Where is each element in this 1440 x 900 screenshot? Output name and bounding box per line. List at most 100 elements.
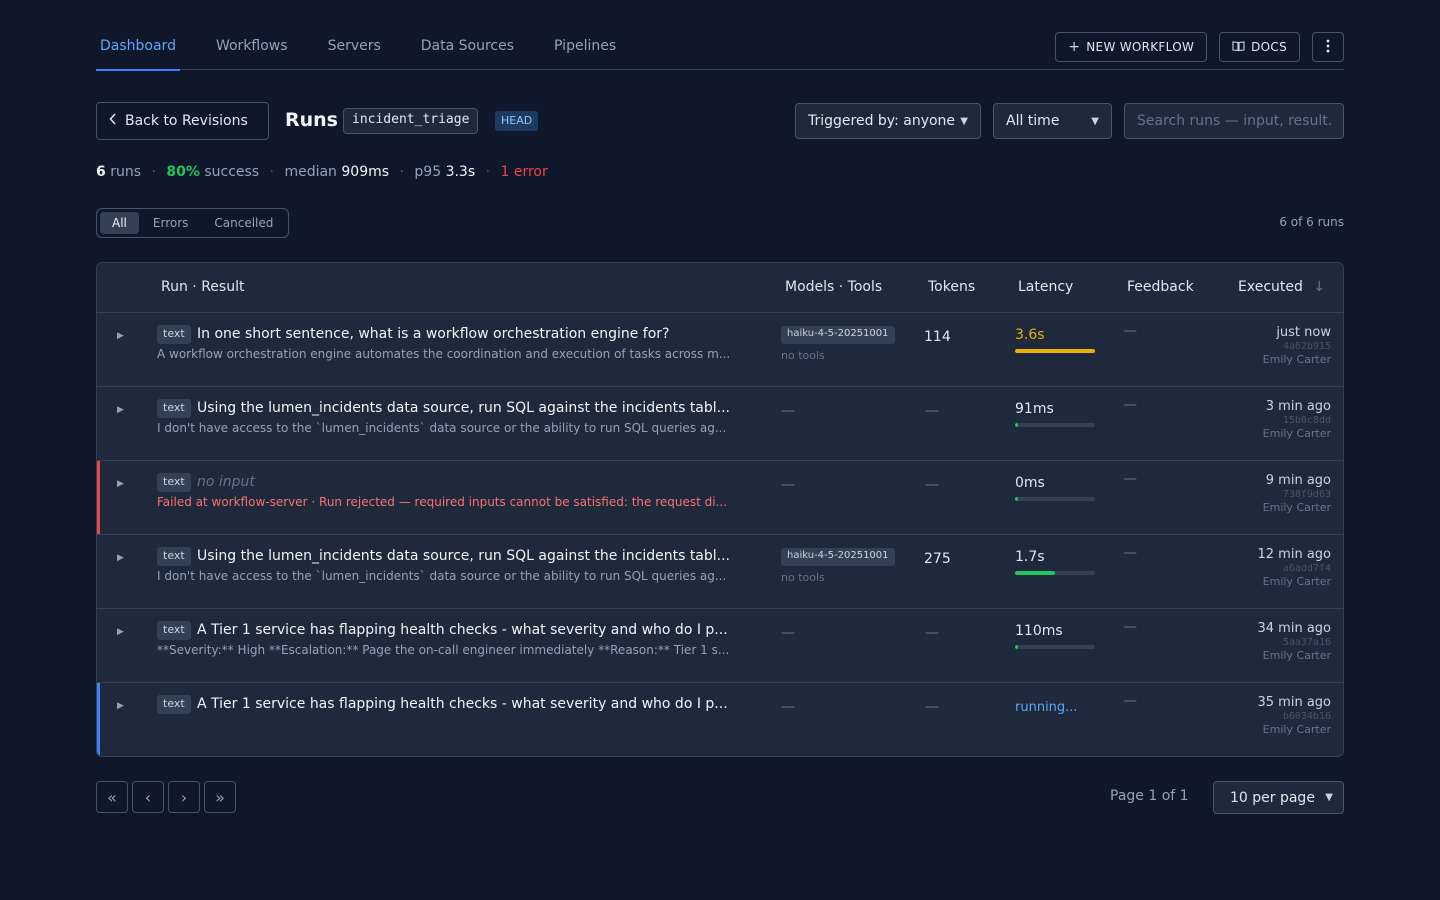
- executed-by: Emily Carter: [1262, 575, 1331, 588]
- column-models-tools: Models · Tools: [785, 279, 883, 295]
- triggered-by-value: Triggered by: anyone: [808, 113, 956, 129]
- filter-all[interactable]: All: [100, 212, 139, 234]
- run-input: no input: [197, 474, 255, 490]
- executed-by: Emily Carter: [1262, 501, 1331, 514]
- run-result: I don't have access to the `lumen_incide…: [157, 421, 727, 435]
- expand-caret-icon[interactable]: ▶: [117, 627, 124, 637]
- runs-table: Run · Result Models · Tools Tokens Laten…: [96, 262, 1344, 757]
- tools-text: no tools: [781, 349, 825, 362]
- chevron-down-icon: ▼: [1325, 792, 1333, 803]
- executed-time: 9 min ago: [1265, 473, 1331, 488]
- new-workflow-button[interactable]: + NEW WORKFLOW: [1055, 32, 1208, 62]
- token-count: —: [925, 699, 939, 715]
- search-runs-input[interactable]: [1124, 103, 1344, 139]
- run-hash: 15b0c8dd: [1282, 415, 1331, 426]
- input-kind-badge: text: [157, 473, 191, 492]
- separator-dot: ·: [485, 164, 491, 180]
- next-page-button[interactable]: ›: [168, 781, 200, 813]
- latency-value: 110ms: [1015, 623, 1063, 639]
- p95-latency: 3.3s: [445, 164, 476, 180]
- last-page-button[interactable]: »: [204, 781, 236, 813]
- tab-servers[interactable]: Servers: [324, 24, 385, 70]
- expand-caret-icon[interactable]: ▶: [117, 479, 124, 489]
- latency-bar: [1015, 497, 1095, 501]
- status-filter: All Errors Cancelled: [96, 208, 290, 238]
- executed-by: Emily Carter: [1262, 649, 1331, 662]
- run-result: **Severity:** High **Escalation:** Page …: [157, 643, 730, 657]
- pagination-controls: « ‹ › »: [96, 781, 236, 813]
- table-row[interactable]: ▶ text Using the lumen_incidents data so…: [97, 535, 1343, 609]
- median-latency: 909ms: [341, 164, 390, 180]
- new-workflow-label: NEW WORKFLOW: [1086, 40, 1195, 54]
- plus-icon: +: [1068, 39, 1081, 55]
- first-page-button[interactable]: «: [96, 781, 128, 813]
- expand-caret-icon[interactable]: ▶: [117, 331, 124, 341]
- chevron-down-icon: ▼: [960, 115, 968, 127]
- table-row[interactable]: ▶ text A Tier 1 service has flapping hea…: [97, 683, 1343, 756]
- chevron-left-icon: [109, 113, 117, 129]
- run-input: A Tier 1 service has flapping health che…: [197, 696, 728, 712]
- tab-data-sources[interactable]: Data Sources: [417, 24, 518, 70]
- separator-dot: ·: [399, 164, 404, 180]
- executed-info: 12 min ago a6add7f4 Emily Carter: [1258, 547, 1332, 588]
- per-page-value: 10 per page: [1230, 789, 1315, 806]
- table-row[interactable]: ▶ text Using the lumen_incidents data so…: [97, 387, 1343, 461]
- latency-bar-fill: [1015, 423, 1018, 427]
- nav-tabs: Dashboard Workflows Servers Data Sources…: [96, 24, 652, 71]
- executed-info: 34 min ago 5aa37a16 Emily Carter: [1258, 621, 1332, 662]
- per-page-select[interactable]: 10 per page ▼: [1213, 781, 1344, 814]
- time-range-select[interactable]: All time ▼: [993, 103, 1112, 139]
- tab-workflows[interactable]: Workflows: [212, 24, 292, 70]
- feedback-value[interactable]: —: [1123, 545, 1137, 561]
- success-label: success: [204, 164, 260, 180]
- table-row[interactable]: ▶ text no input Failed at workflow-serve…: [97, 461, 1343, 535]
- tab-pipelines[interactable]: Pipelines: [550, 24, 620, 70]
- feedback-value[interactable]: —: [1123, 471, 1137, 487]
- latency-bar: [1015, 423, 1095, 427]
- table-row[interactable]: ▶ text A Tier 1 service has flapping hea…: [97, 609, 1343, 683]
- feedback-value[interactable]: —: [1123, 397, 1137, 413]
- tools-text: no tools: [781, 571, 825, 584]
- expand-caret-icon[interactable]: ▶: [117, 701, 124, 711]
- feedback-value[interactable]: —: [1123, 619, 1137, 635]
- run-input: In one short sentence, what is a workflo…: [197, 326, 670, 342]
- sort-arrow-icon: ↓: [1313, 279, 1326, 295]
- filter-errors[interactable]: Errors: [141, 212, 201, 234]
- tab-dashboard[interactable]: Dashboard: [96, 24, 180, 71]
- latency-bar-fill: [1015, 497, 1018, 501]
- prev-page-button[interactable]: ‹: [132, 781, 164, 813]
- models-empty: —: [781, 403, 795, 419]
- latency-bar-fill: [1015, 645, 1018, 649]
- token-count: 275: [924, 551, 951, 567]
- executed-time: 3 min ago: [1265, 399, 1331, 414]
- revision-badge: HEAD: [495, 111, 539, 131]
- latency-bar-fill: [1015, 571, 1055, 575]
- table-row[interactable]: ▶ text In one short sentence, what is a …: [97, 313, 1343, 387]
- run-input: A Tier 1 service has flapping health che…: [197, 622, 728, 638]
- run-hash: 4a62b915: [1282, 341, 1331, 352]
- chevrons-left-icon: «: [107, 787, 117, 807]
- separator-dot: ·: [151, 164, 156, 180]
- latency-value: 91ms: [1015, 401, 1054, 417]
- run-hash: a6add7f4: [1282, 563, 1331, 574]
- triggered-by-select[interactable]: Triggered by: anyone ▼: [795, 103, 981, 139]
- p95-label: p95: [414, 164, 442, 180]
- feedback-value[interactable]: —: [1123, 693, 1137, 709]
- chevrons-right-icon: »: [215, 787, 225, 807]
- back-label: Back to Revisions: [125, 113, 248, 129]
- more-menu-button[interactable]: [1312, 32, 1344, 62]
- runs-label: runs: [110, 164, 141, 180]
- latency-bar: [1015, 349, 1095, 353]
- expand-caret-icon[interactable]: ▶: [117, 553, 124, 563]
- input-kind-badge: text: [157, 399, 191, 418]
- feedback-value[interactable]: —: [1123, 323, 1137, 339]
- back-to-revisions-button[interactable]: Back to Revisions: [96, 102, 269, 140]
- expand-caret-icon[interactable]: ▶: [117, 405, 124, 415]
- executed-by: Emily Carter: [1262, 353, 1331, 366]
- executed-time: 12 min ago: [1257, 547, 1332, 562]
- docs-button[interactable]: DOCS: [1219, 32, 1300, 62]
- filter-cancelled[interactable]: Cancelled: [202, 212, 285, 234]
- model-badge: haiku-4-5-20251001: [781, 548, 895, 566]
- input-kind-badge: text: [157, 695, 191, 714]
- column-executed[interactable]: Executed ↓: [1238, 279, 1325, 295]
